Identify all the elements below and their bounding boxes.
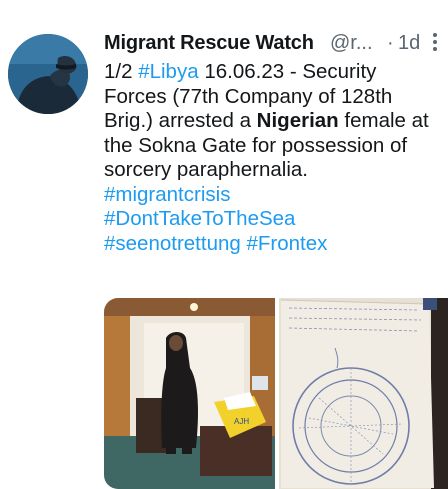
text-segment: the Sokna Gate for possession of <box>104 133 408 157</box>
tweet-text: 1/2 #Libya 16.06.23 - Security Forces (77… <box>104 60 448 256</box>
more-vertical-icon[interactable] <box>430 32 440 54</box>
media-photo-1[interactable]: AJH <box>104 298 275 489</box>
text-segment: 1/2 <box>104 60 139 83</box>
tweet-timestamp[interactable]: 1d <box>398 32 420 55</box>
text-segment: female at <box>338 109 429 132</box>
text-segment: Brig.) arrested a <box>104 109 257 132</box>
hashtag-link[interactable]: #Libya <box>138 60 198 83</box>
tweet-text-line: sorcery paraphernalia. <box>104 158 448 183</box>
tweet-media: AJH <box>104 298 448 489</box>
hashtag-link[interactable]: #DontTakeToTheSea <box>104 207 295 230</box>
hashtag-link[interactable]: #migrantcrisis <box>104 183 230 206</box>
tweet-text-line: 1/2 #Libya 16.06.23 - Security <box>104 60 448 85</box>
avatar-image <box>8 34 88 114</box>
separator-dot: · <box>387 32 394 54</box>
tweet-text-line: #migrantcrisis <box>104 183 448 208</box>
tweet-text-line: Forces (77th Company of 128th <box>104 85 448 110</box>
hashtag-link[interactable]: #seenotrettung <box>104 232 241 255</box>
media-photo-2[interactable] <box>279 298 448 489</box>
photo-paper-talisman <box>279 298 448 489</box>
tweet-text-line: the Sokna Gate for possession of <box>104 134 448 159</box>
tweet-text-line: #seenotrettung #Frontex <box>104 232 448 257</box>
text-segment: 16.06.23 - Security <box>198 60 377 83</box>
author-handle[interactable]: @r... <box>330 32 373 55</box>
tweet-text-line: #DontTakeToTheSea <box>104 207 448 232</box>
text-segment: Forces (77th Company of 128th <box>104 84 393 108</box>
tweet-text-line: Brig.) arrested a Nigerian female at <box>104 109 448 134</box>
tweet-header: Migrant Rescue Watch @r... · 1d <box>104 28 448 58</box>
avatar[interactable] <box>8 34 88 114</box>
bold-text: Nigerian <box>256 109 339 132</box>
text-segment: sorcery paraphernalia. <box>104 158 308 181</box>
svg-text:AJH: AJH <box>234 417 249 426</box>
photo-room-woman: AJH <box>104 298 275 489</box>
hashtag-link[interactable]: #Frontex <box>246 232 327 255</box>
author-name[interactable]: Migrant Rescue Watch <box>104 32 314 55</box>
